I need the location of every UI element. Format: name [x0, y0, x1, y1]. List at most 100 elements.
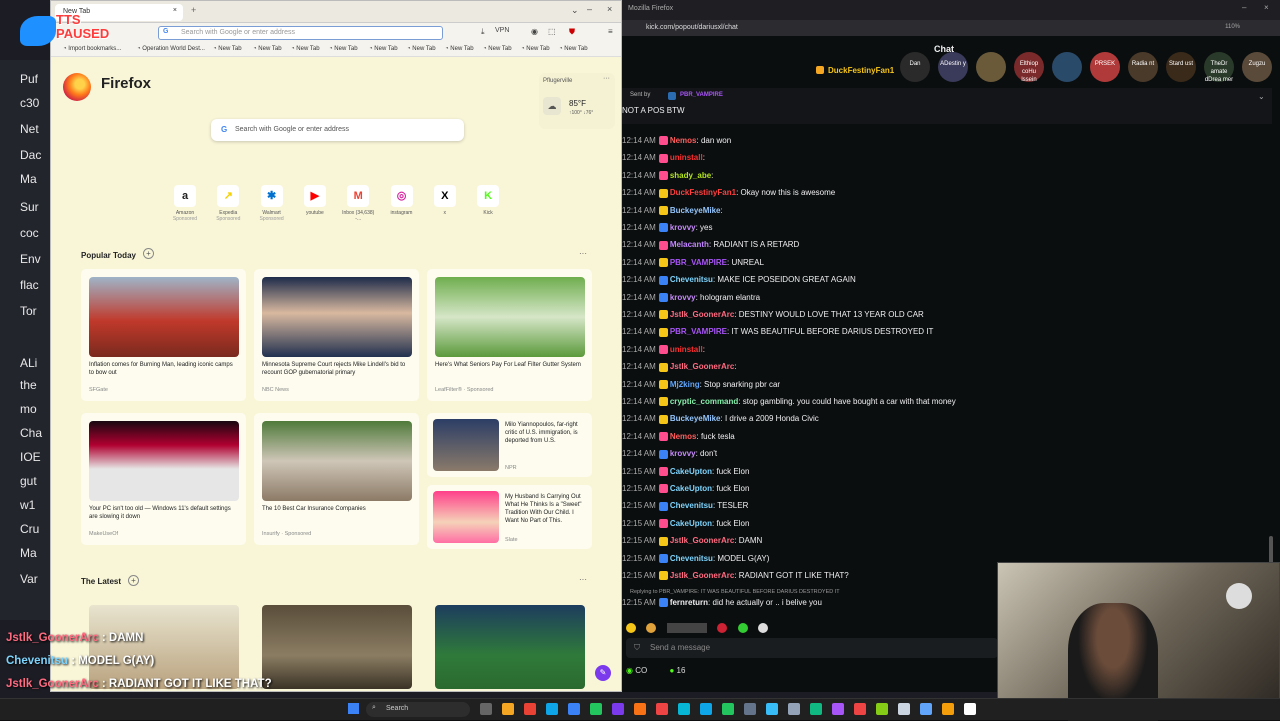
message-username[interactable]: Nemos [670, 432, 697, 441]
message-username[interactable]: Melacanth [670, 240, 709, 249]
emote-icon[interactable] [717, 623, 728, 633]
chat-message[interactable]: 12:14 AM BuckeyeMike: [622, 202, 1002, 219]
taskbar-app-icon[interactable] [524, 703, 536, 715]
message-username[interactable]: Jstlk_GoonerArc [670, 571, 734, 580]
message-username[interactable]: krovvy [670, 293, 696, 302]
desktop-item-label[interactable]: flac [20, 278, 39, 292]
chat-message[interactable]: 12:15 AM Chevenitsu: TESLER [622, 497, 1002, 514]
window-close-icon[interactable]: × [607, 4, 612, 14]
close-icon[interactable]: × [173, 7, 177, 14]
bookmark-item[interactable]: ◔ New Tab [521, 46, 550, 52]
shortcut-tile[interactable]: ↗ Expedia Sponsored [210, 185, 246, 222]
message-username[interactable]: Chevenitsu [670, 275, 713, 284]
more-icon[interactable]: ··· [579, 249, 587, 258]
bookmark-item[interactable]: ◔ Import bookmarks... [63, 46, 121, 52]
url-bar[interactable]: Search with Google or enter address [158, 26, 443, 40]
shortcut-tile[interactable]: ✱ Walmart Sponsored [254, 185, 290, 222]
desktop-item-label[interactable]: gut [20, 474, 37, 488]
chat-message[interactable]: 12:14 AM Jstlk_GoonerArc: [622, 358, 1002, 375]
chat-message[interactable]: 12:15 AM Jstlk_GoonerArc: RADIANT GOT IT … [622, 567, 1002, 584]
account-icon[interactable]: ◉ [531, 27, 538, 36]
vpn-button[interactable]: VPN [495, 27, 509, 34]
message-username[interactable]: CakeUpton [670, 484, 712, 493]
desktop-item-label[interactable]: IOE [20, 450, 41, 464]
desktop-item-label[interactable]: Ma [20, 172, 37, 186]
chat-message[interactable]: 12:15 AM CakeUpton: fuck Elon [622, 463, 1002, 480]
taskbar-app-icon[interactable] [656, 703, 668, 715]
story-card[interactable]: Here's What Seniors Pay For Leaf Filter … [427, 269, 592, 401]
message-username[interactable]: uninstall [670, 345, 703, 354]
message-username[interactable]: PBR_VAMPIRE [670, 258, 727, 267]
top-chatter-avatar[interactable] [1052, 52, 1082, 82]
more-icon[interactable]: ··· [603, 75, 610, 82]
chat-message[interactable]: 12:14 AM Melacanth: RADIANT IS A RETARD [622, 236, 1002, 253]
chat-message[interactable]: 12:14 AM cryptic_command: stop gambling. … [622, 393, 1002, 410]
top-chatter-avatar[interactable] [976, 52, 1006, 82]
chat-message[interactable]: 12:14 AM Chevenitsu: MAKE ICE POSEIDON GR… [622, 271, 1002, 288]
bookmark-item[interactable]: ◔ Operation World Dest... [137, 46, 205, 52]
taskbar-app-icon[interactable] [876, 703, 888, 715]
customize-pencil-icon[interactable]: ✎ [595, 665, 611, 681]
emote-icon[interactable] [646, 623, 657, 633]
taskbar-app-icon[interactable] [568, 703, 580, 715]
top-chatter-avatar[interactable]: Elthiop coHu lssein [1014, 52, 1044, 83]
taskbar-app-icon[interactable] [766, 703, 778, 715]
newtab-search-input[interactable]: Search with Google or enter address [211, 119, 464, 141]
message-username[interactable]: Jstlk_GoonerArc [670, 362, 734, 371]
taskbar-app-icon[interactable] [612, 703, 624, 715]
chat-message[interactable]: 12:15 AM Jstlk_GoonerArc: DAMN [622, 532, 1002, 549]
top-chatter-avatar[interactable]: Dan [900, 52, 930, 82]
message-username[interactable]: fernreturn [670, 598, 708, 607]
taskbar-app-icon[interactable] [502, 703, 514, 715]
emote-bar[interactable] [626, 620, 826, 633]
follow-plus-icon[interactable]: + [143, 248, 154, 259]
chat-message[interactable]: 12:14 AM Nemos: fuck tesla [622, 428, 1002, 445]
start-icon[interactable] [348, 703, 359, 714]
follow-plus-icon[interactable]: + [128, 575, 139, 586]
chat-message[interactable]: 12:15 AM fernreturn: did he actually or .… [622, 594, 1002, 611]
chat-message-input[interactable]: Send a message [626, 638, 998, 658]
chat-message[interactable]: 12:15 AM CakeUpton: fuck Elon [622, 480, 1002, 497]
desktop-item-label[interactable]: Net [20, 122, 39, 136]
top-chatter-avatar[interactable]: Zugzu [1242, 52, 1272, 82]
desktop-item-label[interactable]: Ma [20, 546, 37, 560]
bookmark-item[interactable]: ◔ New Tab [559, 46, 588, 52]
chevron-down-icon[interactable]: ⌄ [571, 5, 579, 16]
story-card[interactable]: The 10 Best Car Insurance Companies Insur… [254, 413, 419, 545]
taskbar-app-icon[interactable] [920, 703, 932, 715]
pinned-message[interactable]: Sent by PBR_VAMPIRE NOT A POS BTW ⌄ [622, 88, 1272, 124]
story-card[interactable]: Milo Yiannopoulos, far-right critic of U… [427, 413, 592, 477]
emote-icon[interactable] [737, 623, 748, 633]
bookmark-item[interactable]: ◔ New Tab [483, 46, 512, 52]
emote-icon[interactable] [626, 623, 636, 633]
extensions-icon[interactable]: ⬚ [548, 27, 556, 36]
chat-message[interactable]: 12:14 AM uninstall: [622, 341, 1002, 358]
taskbar-app-icon[interactable] [678, 703, 690, 715]
message-username[interactable]: PBR_VAMPIRE [670, 327, 727, 336]
bookmark-item[interactable]: ◔ New Tab [407, 46, 436, 52]
story-card[interactable]: Inflation comes for Burning Man, leading… [81, 269, 246, 401]
message-username[interactable]: shady_abe [670, 171, 711, 180]
shortcut-tile[interactable]: K Kick [470, 185, 506, 216]
message-username[interactable]: Jstlk_GoonerArc [670, 536, 734, 545]
message-username[interactable]: CakeUpton [670, 467, 712, 476]
desktop-item-label[interactable]: the [20, 378, 37, 392]
shortcut-tile[interactable]: ▶ youtube [297, 185, 333, 216]
new-tab-plus-icon[interactable]: + [191, 5, 196, 15]
message-username[interactable]: Mj2king [670, 380, 700, 389]
zoom-level[interactable]: 110% [1225, 24, 1240, 30]
taskbar-app-icon[interactable] [634, 703, 646, 715]
taskbar-app-icon[interactable] [942, 703, 954, 715]
shortcut-tile[interactable]: a Amazon Sponsored [167, 185, 203, 222]
more-icon[interactable]: ··· [579, 575, 587, 584]
chat-message[interactable]: 12:14 AM krovvy: don't [622, 445, 1002, 462]
chat-message[interactable]: 12:14 AM Mj2king: Stop snarking pbr car [622, 376, 1002, 393]
message-username[interactable]: cryptic_command [670, 397, 738, 406]
bookmark-item[interactable]: ◔ New Tab [291, 46, 320, 52]
chat-message[interactable]: 12:14 AM krovvy: yes [622, 219, 1002, 236]
desktop-item-label[interactable]: c30 [20, 96, 39, 110]
chat-message[interactable]: 12:14 AM shady_abe: [622, 167, 1002, 184]
chevron-down-icon[interactable]: ⌄ [1258, 92, 1265, 101]
top-chatter-avatar[interactable]: Stard ust [1166, 52, 1196, 82]
taskbar-app-icon[interactable] [744, 703, 756, 715]
